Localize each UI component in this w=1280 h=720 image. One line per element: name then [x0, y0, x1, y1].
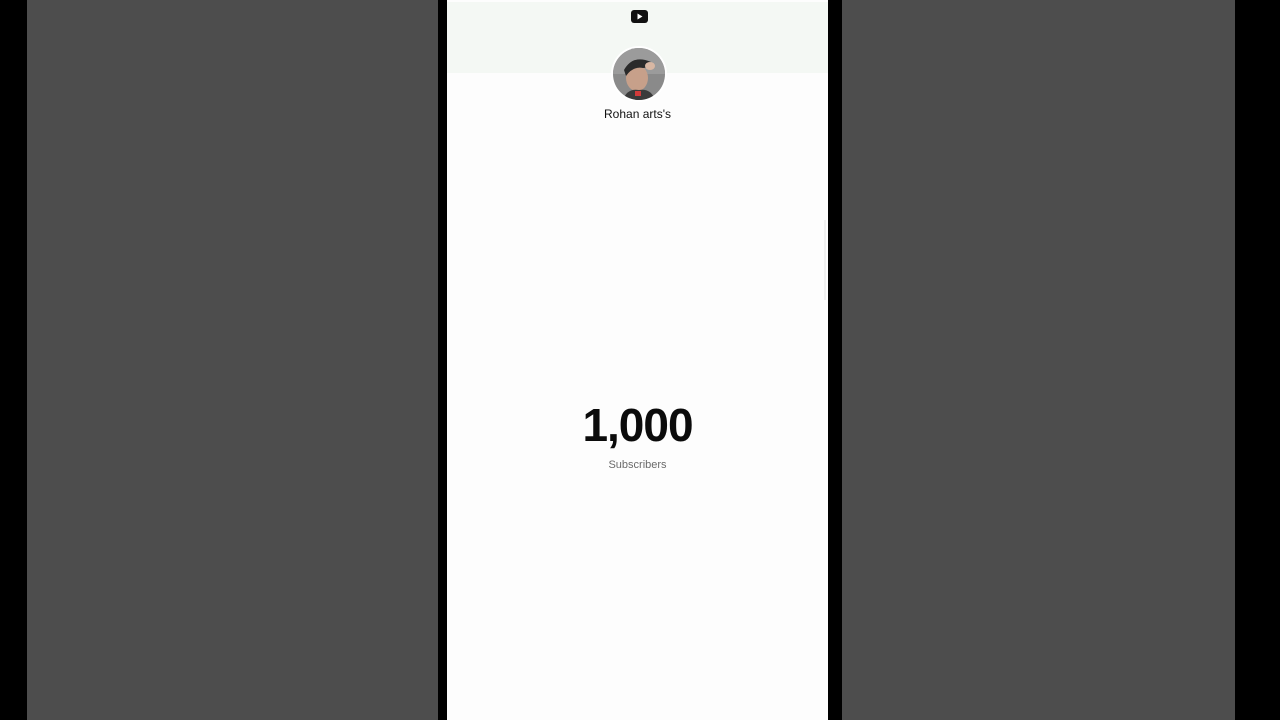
subscriber-count: 1,000	[582, 399, 693, 451]
blurred-background-right	[842, 0, 1235, 720]
channel-name: Rohan arts's	[604, 107, 671, 121]
avatar-image	[613, 48, 665, 100]
phone-frame: Rohan arts's 1,000 Subscribers	[438, 0, 842, 720]
youtube-play-icon	[631, 10, 648, 23]
channel-avatar[interactable]	[611, 46, 667, 102]
subscriber-label: Subscribers	[608, 459, 667, 471]
phone-screen: Rohan arts's 1,000 Subscribers	[447, 0, 828, 720]
video-frame: Rohan arts's 1,000 Subscribers	[0, 0, 1280, 720]
blurred-background-left	[27, 0, 438, 720]
scrollbar[interactable]	[824, 220, 826, 300]
